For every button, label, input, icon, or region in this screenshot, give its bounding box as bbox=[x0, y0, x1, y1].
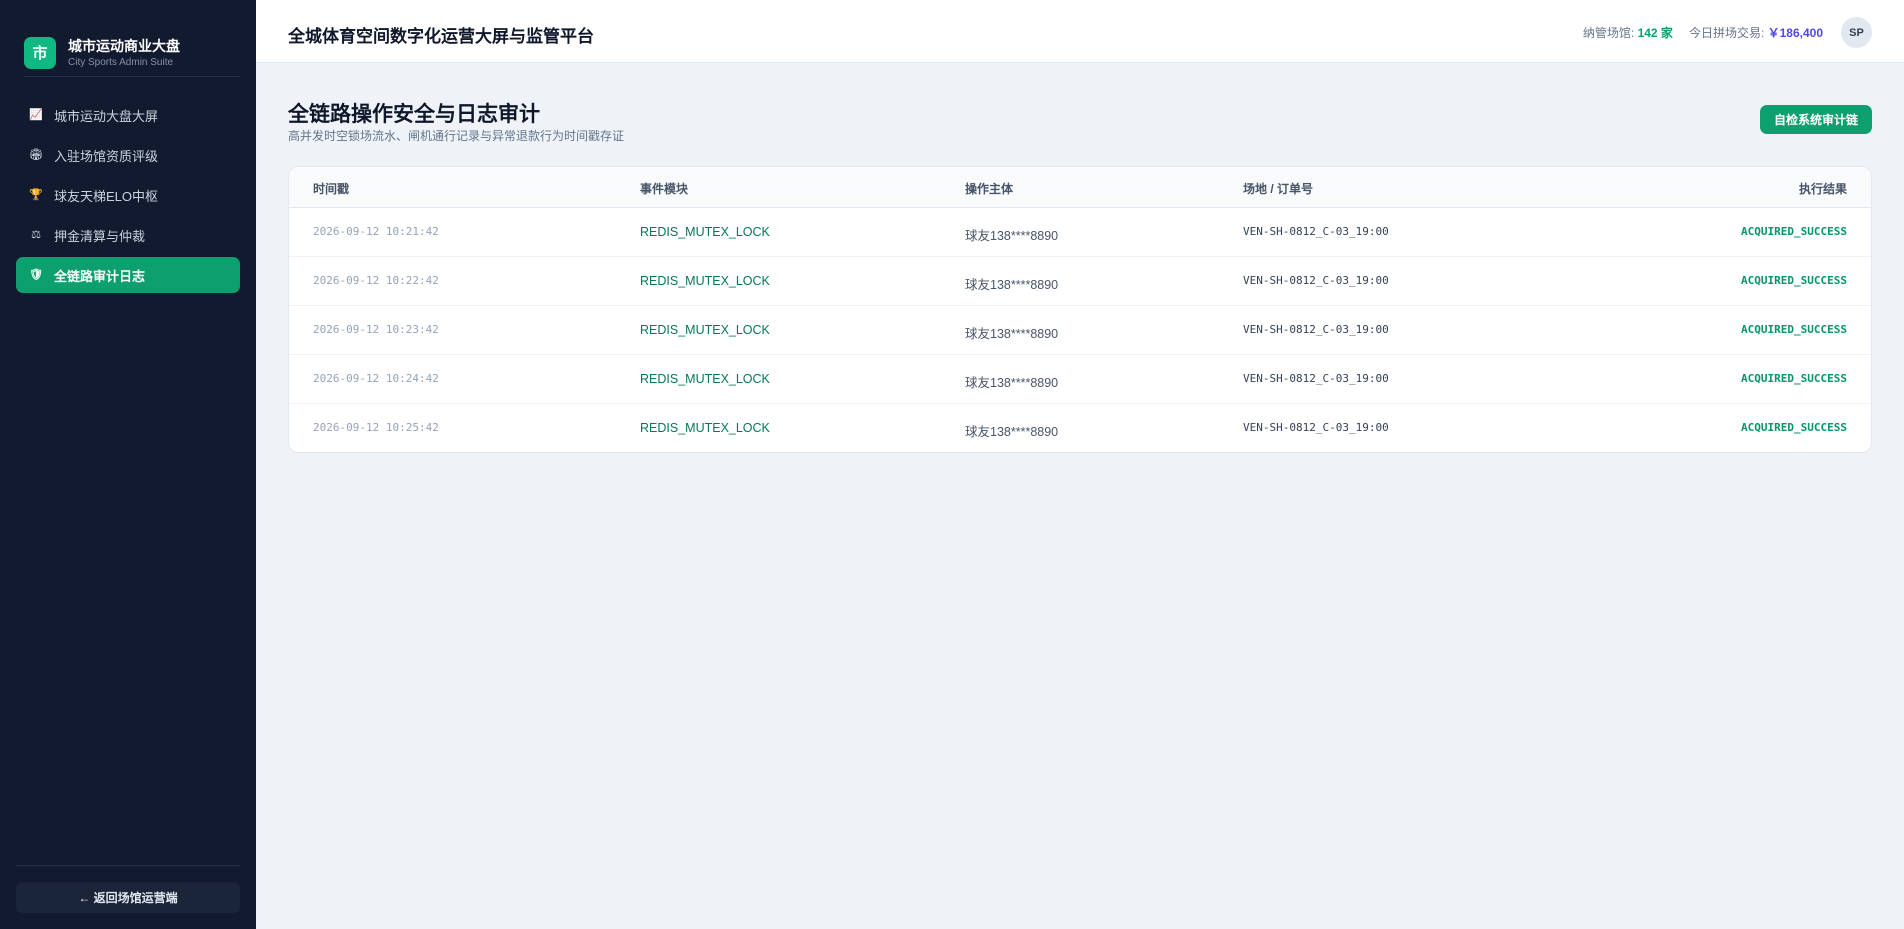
cell-result: ACQUIRED_SUCCESS bbox=[1741, 225, 1847, 238]
column-header-order: 场地 / 订单号 bbox=[1243, 182, 1314, 196]
trade-stat-value: ￥186,400 bbox=[1767, 26, 1823, 40]
brand-subtitle: City Sports Admin Suite bbox=[68, 56, 174, 68]
trade-stat-label: 今日拼场交易: bbox=[1688, 26, 1768, 40]
cell-module: REDIS_MUTEX_LOCK bbox=[640, 225, 770, 239]
sidebar: 市 城市运动商业大盘 City Sports Admin Suite 📈 城市运… bbox=[0, 0, 256, 929]
page-subtitle: 高并发时空锁场流水、闸机通行记录与异常退款行为时间戳存证 bbox=[288, 129, 625, 143]
sidebar-bottom: ← 返回场馆运营端 bbox=[0, 865, 256, 929]
column-header-result: 执行结果 bbox=[1798, 182, 1847, 196]
topbar-stats: 纳管场馆: 142 家 今日拼场交易: ￥186,400 SP bbox=[1567, 17, 1872, 48]
scale-icon: ⚖ bbox=[31, 229, 41, 241]
cell-order: VEN-SH-0812_C-03_19:00 bbox=[1243, 225, 1389, 238]
self-check-audit-button[interactable]: 自检系统审计链 bbox=[1759, 105, 1872, 134]
sidebar-item-label: 球友天梯ELO中枢 bbox=[54, 188, 159, 204]
topbar: 全城体育空间数字化运营大屏与监管平台 纳管场馆: 142 家 今日拼场交易: ￥… bbox=[256, 0, 1904, 63]
cell-actor: 球友138****8890 bbox=[965, 327, 1059, 341]
cell-actor: 球友138****8890 bbox=[965, 278, 1059, 292]
audit-log-table: 时间戳 事件模块 操作主体 场地 / 订单号 执行结果 2026-09-12 1… bbox=[288, 166, 1872, 453]
sidebar-item-label: 全链路审计日志 bbox=[54, 268, 146, 284]
cell-actor: 球友138****8890 bbox=[965, 425, 1059, 439]
back-to-venue-button[interactable]: ← 返回场馆运营端 bbox=[16, 882, 240, 913]
table-row: 2026-09-12 10:24:42 REDIS_MUTEX_LOCK 球友1… bbox=[289, 355, 1871, 404]
cell-actor: 球友138****8890 bbox=[965, 229, 1059, 243]
brand-title: 城市运动商业大盘 bbox=[68, 37, 180, 54]
brand-logo: 市 bbox=[24, 36, 56, 69]
chart-icon: 📈 bbox=[29, 109, 43, 121]
divider bbox=[16, 865, 240, 866]
venues-stat: 纳管场馆: 142 家 bbox=[1583, 24, 1673, 41]
table-header: 时间戳 事件模块 操作主体 场地 / 订单号 执行结果 bbox=[289, 167, 1871, 208]
trade-stat: 今日拼场交易: ￥186,400 bbox=[1689, 24, 1823, 41]
cell-order: VEN-SH-0812_C-03_19:00 bbox=[1243, 274, 1389, 287]
sidebar-item-city-dashboard[interactable]: 📈 城市运动大盘大屏 bbox=[16, 97, 240, 133]
cell-order: VEN-SH-0812_C-03_19:00 bbox=[1243, 421, 1389, 434]
trophy-icon: 🏆 bbox=[29, 189, 43, 201]
cell-time: 2026-09-12 10:25:42 bbox=[313, 421, 439, 434]
sidebar-item-elo-ladder[interactable]: 🏆 球友天梯ELO中枢 bbox=[16, 177, 240, 213]
table-row: 2026-09-12 10:23:42 REDIS_MUTEX_LOCK 球友1… bbox=[289, 306, 1871, 355]
cell-time: 2026-09-12 10:23:42 bbox=[313, 323, 439, 336]
venues-stat-label: 纳管场馆: bbox=[1582, 26, 1638, 40]
cell-result: ACQUIRED_SUCCESS bbox=[1741, 323, 1847, 336]
cell-actor: 球友138****8890 bbox=[965, 376, 1059, 390]
sidebar-item-audit-log[interactable]: 🛡 全链路审计日志 bbox=[16, 257, 240, 293]
cell-result: ACQUIRED_SUCCESS bbox=[1741, 274, 1847, 287]
table-row: 2026-09-12 10:22:42 REDIS_MUTEX_LOCK 球友1… bbox=[289, 257, 1871, 306]
cell-module: REDIS_MUTEX_LOCK bbox=[640, 323, 770, 337]
cell-module: REDIS_MUTEX_LOCK bbox=[640, 274, 770, 288]
sidebar-item-label: 城市运动大盘大屏 bbox=[54, 108, 159, 124]
shield-icon: 🛡 bbox=[29, 269, 43, 281]
cell-time: 2026-09-12 10:24:42 bbox=[313, 372, 439, 385]
page-title: 全链路操作安全与日志审计 bbox=[288, 103, 540, 126]
brand: 市 城市运动商业大盘 City Sports Admin Suite bbox=[0, 0, 256, 76]
sidebar-item-deposit-arbitration[interactable]: ⚖ 押金清算与仲裁 bbox=[16, 217, 240, 253]
cell-result: ACQUIRED_SUCCESS bbox=[1741, 421, 1847, 434]
cell-time: 2026-09-12 10:21:42 bbox=[313, 225, 439, 238]
column-header-actor: 操作主体 bbox=[965, 182, 1014, 196]
sidebar-item-label: 入驻场馆资质评级 bbox=[54, 148, 159, 164]
cell-time: 2026-09-12 10:22:42 bbox=[313, 274, 439, 287]
table-row: 2026-09-12 10:25:42 REDIS_MUTEX_LOCK 球友1… bbox=[289, 404, 1871, 452]
venues-stat-value: 142 家 bbox=[1637, 26, 1673, 40]
brand-text: 城市运动商业大盘 City Sports Admin Suite bbox=[68, 37, 180, 69]
cell-module: REDIS_MUTEX_LOCK bbox=[640, 372, 770, 386]
sidebar-item-venue-rating[interactable]: 🏟 入驻场馆资质评级 bbox=[16, 137, 240, 173]
column-header-module: 事件模块 bbox=[640, 182, 689, 196]
column-header-time: 时间戳 bbox=[313, 182, 350, 196]
platform-title: 全城体育空间数字化运营大屏与监管平台 bbox=[288, 27, 594, 46]
sidebar-item-label: 押金清算与仲裁 bbox=[54, 228, 146, 244]
cell-order: VEN-SH-0812_C-03_19:00 bbox=[1243, 323, 1389, 336]
cell-result: ACQUIRED_SUCCESS bbox=[1741, 372, 1847, 385]
stadium-icon: 🏟 bbox=[29, 149, 43, 161]
table-row: 2026-09-12 10:21:42 REDIS_MUTEX_LOCK 球友1… bbox=[289, 208, 1871, 257]
cell-order: VEN-SH-0812_C-03_19:00 bbox=[1243, 372, 1389, 385]
avatar[interactable]: SP bbox=[1841, 17, 1872, 48]
sidebar-nav: 📈 城市运动大盘大屏 🏟 入驻场馆资质评级 🏆 球友天梯ELO中枢 ⚖ 押金清算… bbox=[0, 77, 256, 297]
cell-module: REDIS_MUTEX_LOCK bbox=[640, 421, 770, 435]
